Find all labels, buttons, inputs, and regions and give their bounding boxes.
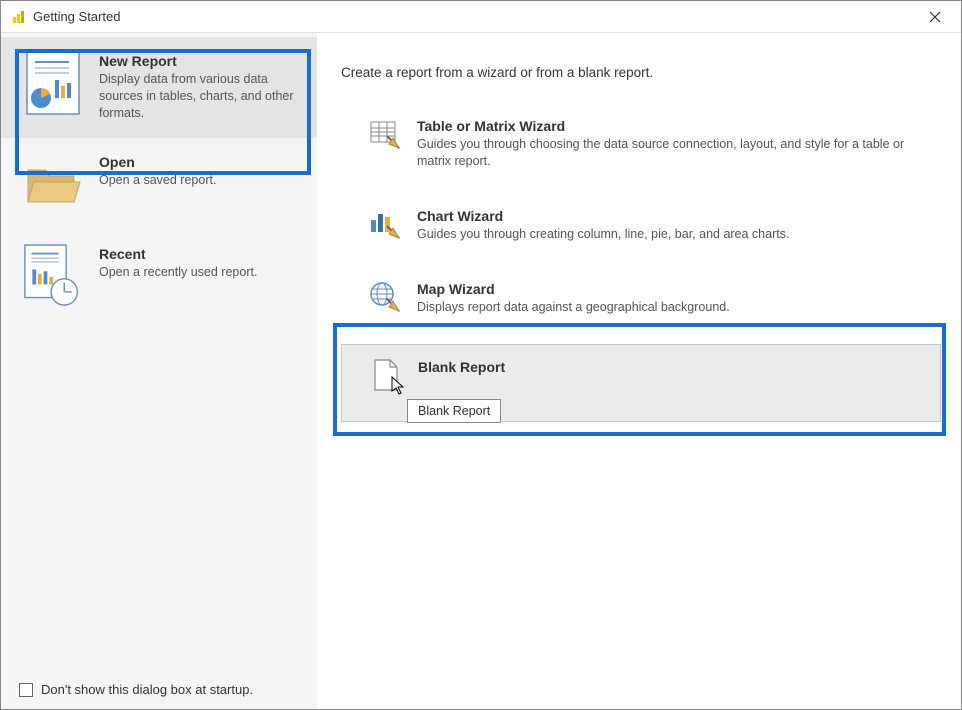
option-desc: Displays report data against a geographi… xyxy=(417,299,931,316)
tooltip: Blank Report xyxy=(407,399,501,423)
main-panel: Create a report from a wizard or from a … xyxy=(317,33,961,709)
recent-report-icon xyxy=(23,246,83,306)
option-text: Table or Matrix Wizard Guides you throug… xyxy=(417,118,931,170)
option-desc: Guides you through creating column, line… xyxy=(417,226,931,243)
option-text: Blank Report xyxy=(418,359,930,391)
sidebar-item-text: Recent Open a recently used report. xyxy=(99,246,299,306)
map-wizard-icon xyxy=(369,281,401,313)
sidebar-item-title: Open xyxy=(99,154,299,170)
option-text: Chart Wizard Guides you through creating… xyxy=(417,208,931,243)
sidebar: New Report Display data from various dat… xyxy=(1,33,317,709)
option-title: Chart Wizard xyxy=(417,208,931,224)
option-blank-report[interactable]: Blank Report Blank Report xyxy=(341,344,941,422)
sidebar-item-desc: Open a saved report. xyxy=(99,172,299,189)
content: New Report Display data from various dat… xyxy=(1,33,961,709)
option-chart-wizard[interactable]: Chart Wizard Guides you through creating… xyxy=(341,198,941,253)
sidebar-item-title: New Report xyxy=(99,53,299,69)
table-matrix-icon xyxy=(369,118,401,150)
window-title: Getting Started xyxy=(33,9,919,24)
close-button[interactable] xyxy=(919,3,951,31)
new-report-icon xyxy=(23,53,83,113)
sidebar-item-recent[interactable]: Recent Open a recently used report. xyxy=(1,230,317,322)
sidebar-item-new-report[interactable]: New Report Display data from various dat… xyxy=(1,37,317,138)
sidebar-item-text: Open Open a saved report. xyxy=(99,154,299,214)
main-heading: Create a report from a wizard or from a … xyxy=(341,65,941,80)
titlebar: Getting Started xyxy=(1,1,961,33)
option-desc: Guides you through choosing the data sou… xyxy=(417,136,931,170)
startup-checkbox[interactable] xyxy=(19,683,33,697)
sidebar-item-title: Recent xyxy=(99,246,299,262)
sidebar-item-text: New Report Display data from various dat… xyxy=(99,53,299,122)
option-title: Blank Report xyxy=(418,359,930,375)
option-map-wizard[interactable]: Map Wizard Displays report data against … xyxy=(341,271,941,326)
open-folder-icon xyxy=(23,154,83,214)
option-text: Map Wizard Displays report data against … xyxy=(417,281,931,316)
sidebar-item-desc: Display data from various data sources i… xyxy=(99,71,299,122)
sidebar-item-desc: Open a recently used report. xyxy=(99,264,299,281)
getting-started-dialog: Getting Started xyxy=(0,0,962,710)
option-title: Map Wizard xyxy=(417,281,931,297)
app-icon xyxy=(11,9,27,25)
chart-wizard-icon xyxy=(369,208,401,240)
sidebar-item-open[interactable]: Open Open a saved report. xyxy=(1,138,317,230)
footer: Don't show this dialog box at startup. xyxy=(1,670,317,709)
cursor-icon xyxy=(391,376,407,399)
option-title: Table or Matrix Wizard xyxy=(417,118,931,134)
option-table-matrix-wizard[interactable]: Table or Matrix Wizard Guides you throug… xyxy=(341,108,941,180)
startup-checkbox-label: Don't show this dialog box at startup. xyxy=(41,682,253,697)
